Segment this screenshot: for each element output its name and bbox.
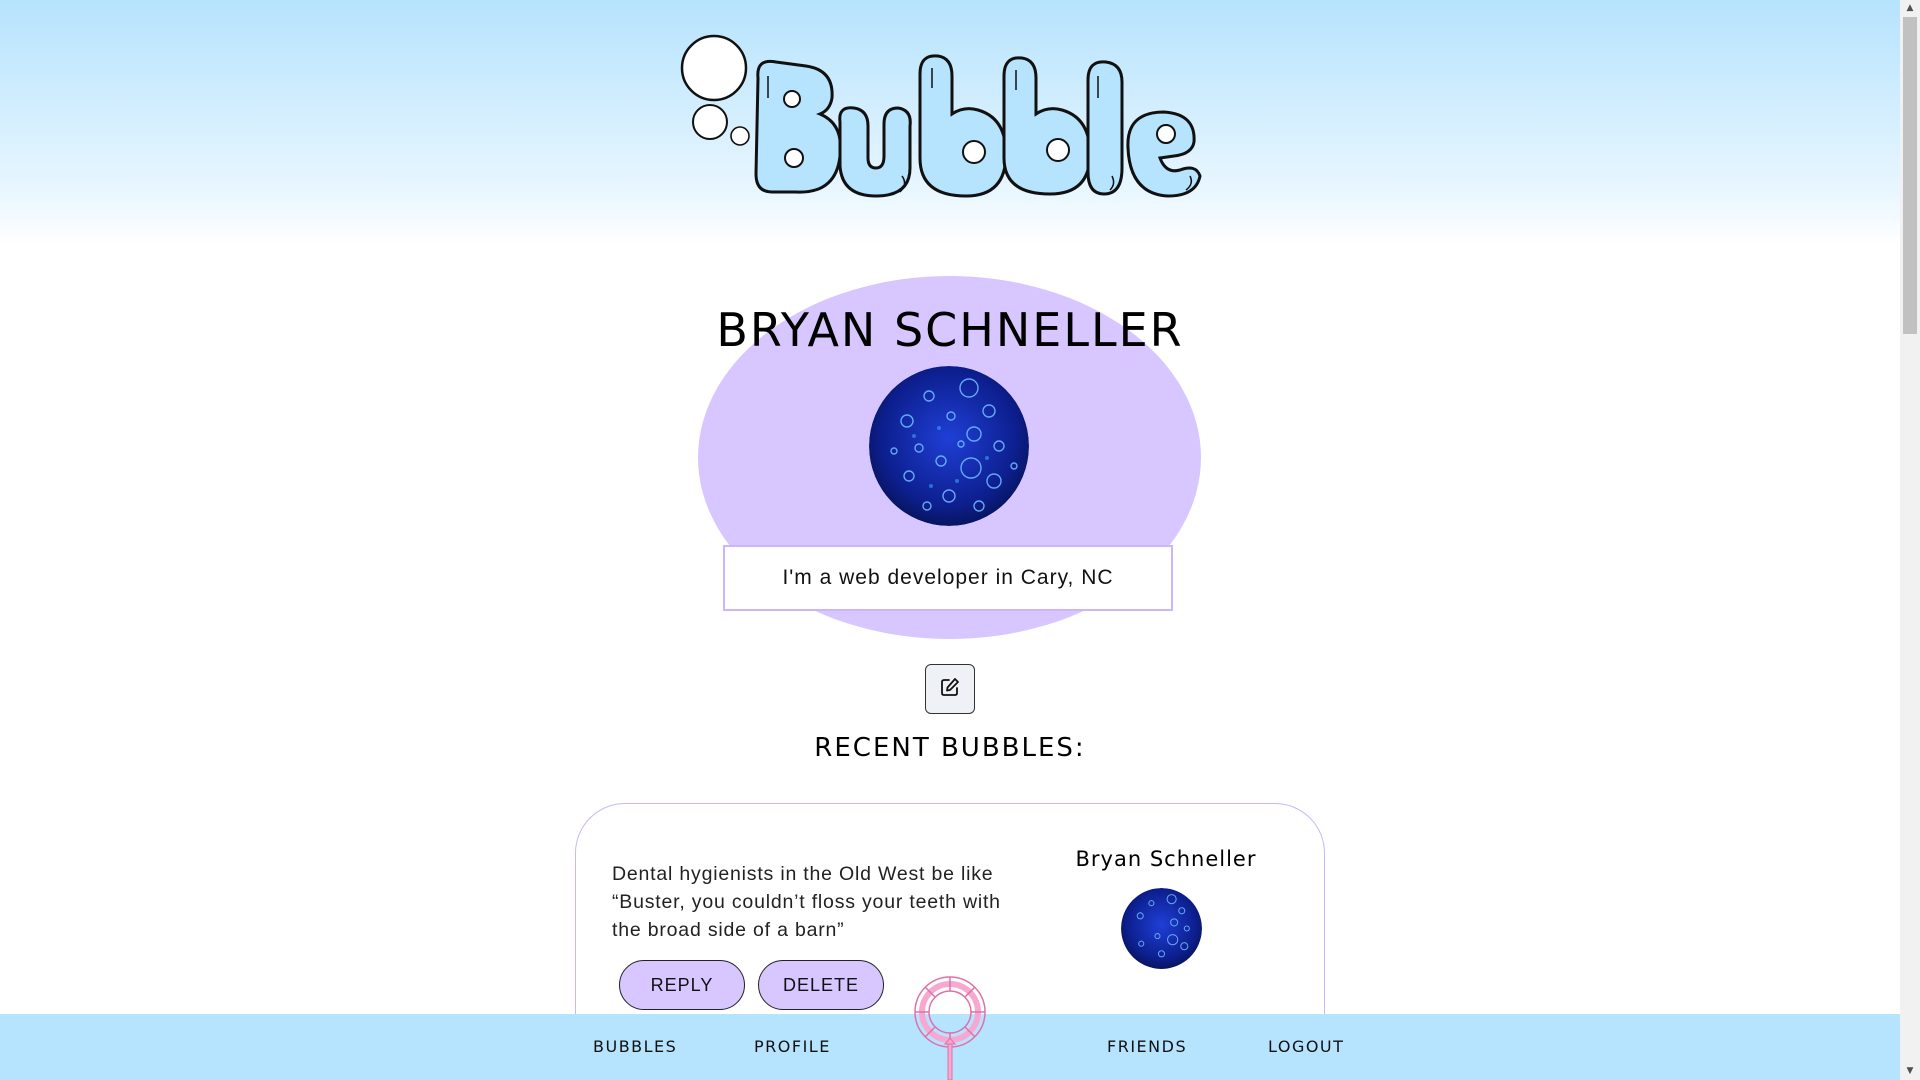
bubble-wand-icon[interactable] [905, 972, 995, 1080]
bio-field: I'm a web developer in Cary, NC [723, 545, 1173, 611]
reply-button[interactable]: REPLY [619, 960, 745, 1010]
edit-profile-button[interactable] [925, 664, 975, 714]
scroll-down-arrow-icon[interactable]: ▼ [1900, 1063, 1920, 1080]
delete-button[interactable]: DELETE [758, 960, 884, 1010]
post-author-name[interactable]: Bryan Schneller [1066, 847, 1266, 871]
recent-bubbles-heading: RECENT BUBBLES: [814, 733, 1086, 763]
post-author-avatar[interactable] [1121, 888, 1202, 969]
profile-name: BRYAN SCHNELLER [716, 303, 1184, 357]
nav-logout[interactable]: LOGOUT [1268, 1014, 1344, 1080]
edit-icon [940, 677, 960, 702]
scroll-up-arrow-icon[interactable]: ▲ [1900, 0, 1920, 17]
bubble-logo[interactable] [676, 28, 1236, 208]
post-text: Dental hygienists in the Old West be lik… [612, 863, 1001, 941]
page: BRYAN SCHNELLER I'm a web developer in C… [0, 0, 1900, 1080]
nav-profile[interactable]: PROFILE [754, 1014, 831, 1080]
page-scrollbar[interactable]: ▲ ▼ [1900, 0, 1920, 1080]
scrollbar-thumb[interactable] [1903, 17, 1917, 334]
profile-avatar [869, 366, 1029, 526]
nav-bubbles[interactable]: BUBBLES [593, 1014, 677, 1080]
nav-friends[interactable]: FRIENDS [1107, 1014, 1187, 1080]
